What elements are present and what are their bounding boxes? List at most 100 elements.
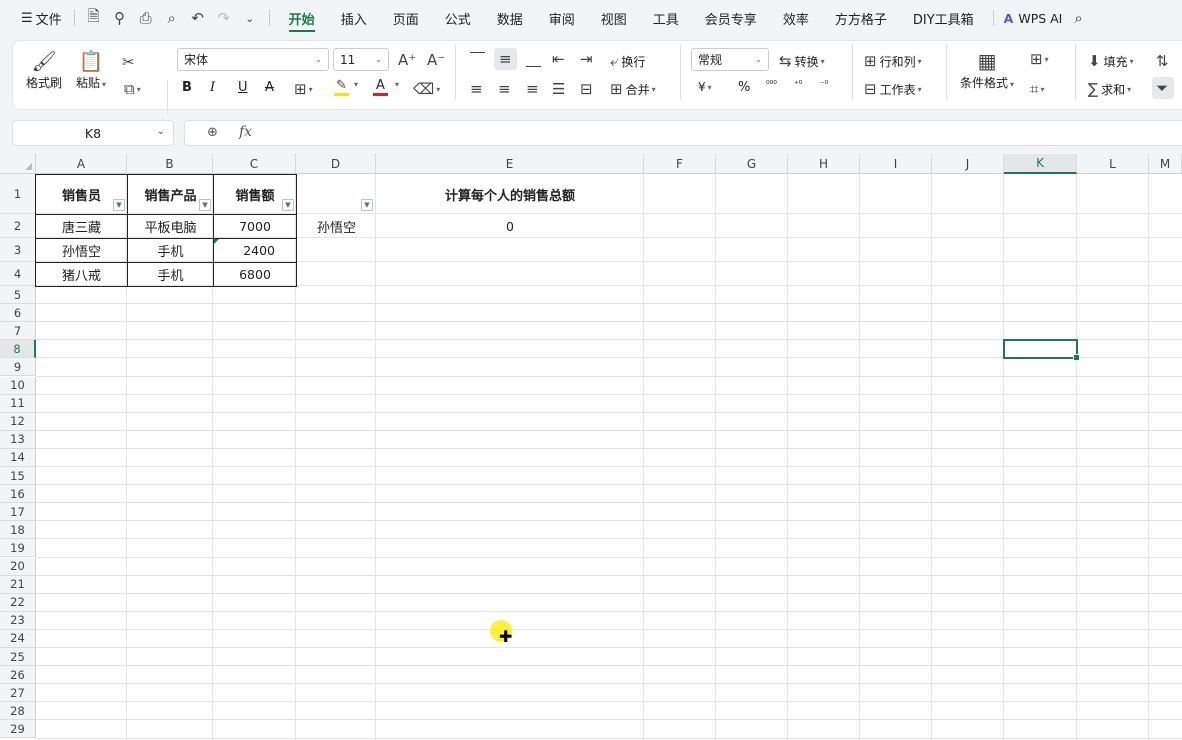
row-header-17[interactable]: 17 xyxy=(0,503,36,522)
format-painter-button[interactable]: 🖌 格式刷 xyxy=(26,48,62,91)
wrap-text-button[interactable]: ⤶ 换行 xyxy=(610,52,645,70)
cell-a2[interactable]: 唐三藏 xyxy=(36,215,127,238)
table-style-button[interactable]: ⌗ ▾ xyxy=(1030,80,1044,98)
column-header-j[interactable]: J xyxy=(932,154,1004,174)
row-header-24[interactable]: 24 xyxy=(0,629,36,648)
tab-8[interactable]: 会员专享 xyxy=(692,0,770,36)
row-header-25[interactable]: 25 xyxy=(0,648,36,667)
row-header-26[interactable]: 26 xyxy=(0,666,36,685)
print-preview-icon[interactable]: ⌕ xyxy=(159,0,185,36)
row-header-27[interactable]: 27 xyxy=(0,684,36,703)
merge-button[interactable]: ⊞ 合并 ▾ xyxy=(610,80,656,98)
border-button[interactable]: ⊞ ▾ xyxy=(294,80,313,98)
decrease-font-button[interactable]: A⁻ xyxy=(427,51,445,69)
filter-button[interactable]: ⏷ xyxy=(1152,77,1175,99)
row-col-button[interactable]: ⊞ 行和列 ▾ xyxy=(864,52,922,70)
row-header-11[interactable]: 11 xyxy=(0,394,36,413)
row-header-21[interactable]: 21 xyxy=(0,575,36,594)
decrease-indent-button[interactable]: ⇤ xyxy=(552,50,565,68)
row-header-4[interactable]: 4 xyxy=(0,262,36,286)
conditional-format-button[interactable]: ▦ 条件格式 ▾ xyxy=(960,48,1014,91)
undo-icon[interactable]: ↶ xyxy=(185,0,211,36)
convert-button[interactable]: ⇆ 转换 ▾ xyxy=(779,52,825,70)
sum-button[interactable]: ∑ 求和 ▾ xyxy=(1088,80,1131,98)
cell-c2[interactable]: 7000 xyxy=(214,215,296,238)
column-header-b[interactable]: B xyxy=(127,154,213,174)
row-header-19[interactable]: 19 xyxy=(0,539,36,558)
cell-style-button[interactable]: ⊞ ▾ xyxy=(1030,50,1049,68)
percent-button[interactable]: % xyxy=(738,80,750,95)
spreadsheet-grid[interactable]: ABCDEFGHIJKLM 1 2 3 4 5 6 7 8 9 10 11 12 13 14 15 16 17 1… xyxy=(0,154,1182,740)
row-header-8[interactable]: 8 xyxy=(0,340,36,359)
font-name-select[interactable]: 宋体 ⌄ xyxy=(177,48,329,71)
column-header-i[interactable]: I xyxy=(860,154,932,174)
row-header-7[interactable]: 7 xyxy=(0,322,36,341)
highlight-button[interactable]: ✎ xyxy=(334,78,349,96)
underline-button[interactable]: U xyxy=(238,80,248,95)
fill-button[interactable]: ⬇ 填充 ▾ xyxy=(1088,52,1134,70)
column-header-f[interactable]: F xyxy=(644,154,716,174)
filter-dropdown-icon[interactable]: ▼ xyxy=(113,199,125,211)
row-header-3[interactable]: 3 xyxy=(0,238,36,262)
row-header-6[interactable]: 6 xyxy=(0,304,36,323)
font-color-button[interactable]: A xyxy=(373,78,388,96)
filter-dropdown-icon[interactable]: ▼ xyxy=(282,199,294,211)
row-header-12[interactable]: 12 xyxy=(0,412,36,431)
decrease-decimal-button[interactable]: ⁻⁰ xyxy=(820,80,828,90)
tab-1[interactable]: 插入 xyxy=(328,0,380,36)
select-all-corner[interactable] xyxy=(0,154,36,174)
row-header-5[interactable]: 5 xyxy=(0,286,36,305)
tab-2[interactable]: 页面 xyxy=(380,0,432,36)
column-header-c[interactable]: C xyxy=(213,154,296,174)
thousands-button[interactable]: ⁰⁰⁰ xyxy=(766,80,777,90)
cell-d2[interactable]: 孙悟空 xyxy=(297,215,376,238)
row-header-18[interactable]: 18 xyxy=(0,521,36,540)
align-bottom-button[interactable]: ⎽ xyxy=(526,50,541,68)
font-size-select[interactable]: 11 ⌄ xyxy=(333,48,389,71)
highlight-dropdown[interactable]: ▾ xyxy=(352,80,358,89)
tab-5[interactable]: 审阅 xyxy=(536,0,588,36)
cell-a4[interactable]: 猪八戒 xyxy=(36,263,127,286)
align-right-button[interactable]: ≡ xyxy=(526,80,539,98)
tab-11[interactable]: DIY工具箱 xyxy=(900,0,987,36)
save-icon[interactable]: 🗎 xyxy=(81,0,107,36)
increase-indent-button[interactable]: ⇥ xyxy=(580,50,593,68)
formula-input[interactable]: ⊕ fx xyxy=(184,120,1182,146)
cell-b4[interactable]: 手机 xyxy=(128,263,213,286)
tab-4[interactable]: 数据 xyxy=(484,0,536,36)
column-header-g[interactable]: G xyxy=(716,154,788,174)
increase-font-button[interactable]: A⁺ xyxy=(398,51,416,69)
align-top-button[interactable]: ⎺ xyxy=(470,50,485,68)
fx-icon[interactable]: fx xyxy=(239,124,252,140)
number-format-select[interactable]: 常规 ⌄ xyxy=(691,48,769,71)
selected-cell-k8[interactable] xyxy=(1003,339,1080,361)
copy-button[interactable]: ⧉ ▾ xyxy=(124,80,141,98)
cell-a3[interactable]: 孙悟空 xyxy=(36,239,127,262)
tab-3[interactable]: 公式 xyxy=(432,0,484,36)
print-icon[interactable]: ⎙ xyxy=(133,0,159,36)
row-header-20[interactable]: 20 xyxy=(0,557,36,576)
strikethrough-button[interactable]: A xyxy=(265,80,274,95)
cut-button[interactable]: ✂ xyxy=(122,53,135,71)
tab-7[interactable]: 工具 xyxy=(640,0,692,36)
cell-e2[interactable]: 0 xyxy=(376,215,644,238)
tab-0[interactable]: 开始 xyxy=(276,0,328,36)
column-header-e[interactable]: E xyxy=(376,154,644,174)
row-header-29[interactable]: 29 xyxy=(0,720,36,739)
wps-ai-button[interactable]: A WPS AI xyxy=(1004,11,1063,26)
tab-6[interactable]: 视图 xyxy=(588,0,640,36)
cell-e1-title[interactable]: 计算每个人的销售总额 xyxy=(376,175,644,214)
align-center-button[interactable]: ≡ xyxy=(498,80,511,98)
cell-b3[interactable]: 手机 xyxy=(128,239,213,262)
row-header-22[interactable]: 22 xyxy=(0,593,36,612)
row-header-1[interactable]: 1 xyxy=(0,174,36,214)
tab-10[interactable]: 方方格子 xyxy=(822,0,900,36)
redo-icon[interactable]: ↷ xyxy=(211,0,237,36)
row-header-2[interactable]: 2 xyxy=(0,214,36,238)
bold-button[interactable]: B xyxy=(182,80,192,95)
zoom-icon[interactable]: ⊕ xyxy=(207,125,218,140)
more-chevron-icon[interactable]: ⌄ xyxy=(237,0,263,36)
search-icon[interactable]: ⌕ xyxy=(1074,9,1082,27)
align-middle-button[interactable]: ≡ xyxy=(494,48,517,70)
row-header-28[interactable]: 28 xyxy=(0,702,36,721)
